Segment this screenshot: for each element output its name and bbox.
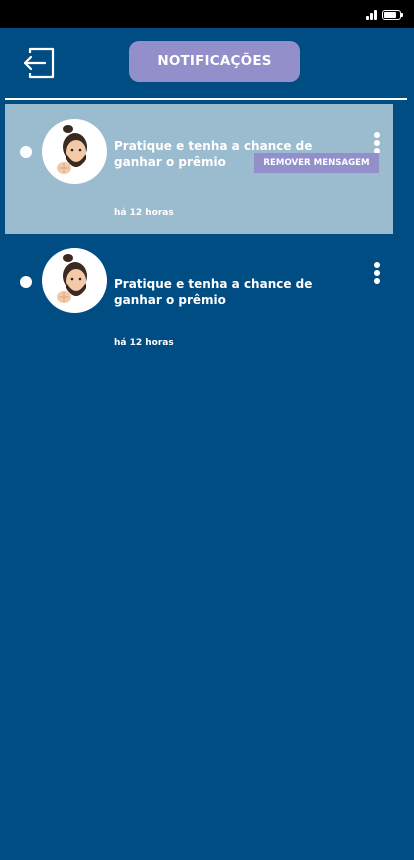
avatar: [42, 248, 107, 313]
notification-time: há 12 horas: [114, 338, 174, 348]
signal-icon: [366, 10, 379, 20]
unread-dot: [20, 146, 32, 158]
remove-message-button[interactable]: REMOVER MENSAGEM: [254, 153, 379, 173]
notification-time: há 12 horas: [114, 208, 174, 218]
page-title: NOTIFICAÇÕES: [129, 41, 300, 82]
more-options-icon[interactable]: [372, 132, 382, 154]
logout-arrow-icon: [23, 47, 55, 79]
status-bar: [0, 0, 414, 28]
more-options-icon[interactable]: [372, 262, 382, 284]
notification-item[interactable]: Pratique e tenha a chance de ganhar o pr…: [5, 104, 393, 234]
divider: [5, 98, 407, 100]
notification-item[interactable]: Pratique e tenha a chance de ganhar o pr…: [5, 234, 393, 364]
avatar: [42, 119, 107, 184]
back-button[interactable]: [22, 46, 56, 80]
notification-message: Pratique e tenha a chance de ganhar o pr…: [114, 277, 313, 307]
unread-dot: [20, 276, 32, 288]
battery-icon: [382, 10, 401, 20]
